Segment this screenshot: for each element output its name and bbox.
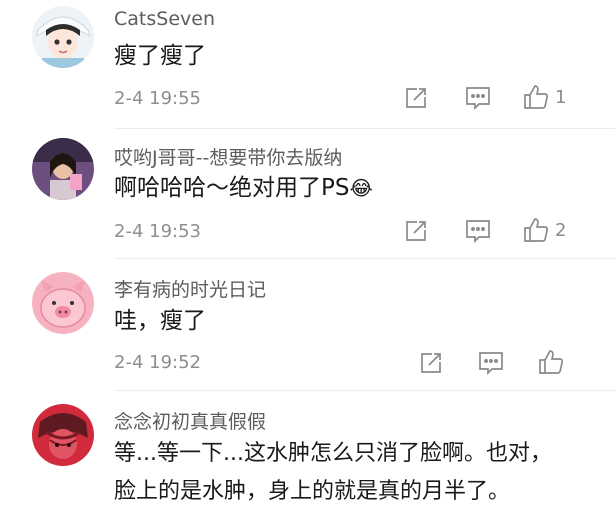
username[interactable]: 哎哟J哥哥--想要带你去版纳 [114,143,342,170]
like-button[interactable] [538,349,570,375]
laugh-emoji: 😂 [349,176,373,200]
forward-button[interactable] [404,218,428,244]
comment-text: 啊哈哈哈～绝对用了PS😂 [114,172,373,205]
avatar[interactable] [32,272,94,334]
comment-text-line-2: 脸上的是水肿，身上的就是真的月半了。 [114,479,511,504]
share-edit-icon [406,88,426,108]
thumbs-up-icon [524,85,549,109]
username[interactable]: CatsSeven [114,8,215,30]
comment-text-body: 啊哈哈哈～绝对用了PS [114,175,350,201]
username[interactable]: 李有病的时光日记 [114,275,266,302]
reply-button[interactable] [478,350,504,376]
avatar[interactable] [32,404,94,466]
avatar[interactable] [32,6,94,68]
avatar[interactable] [32,138,94,200]
reply-button[interactable] [465,85,491,111]
thumbs-up-icon [524,218,549,242]
timestamp: 2-4 19:53 [114,221,201,242]
comment-text: 哇，瘦了 [114,308,206,334]
username[interactable]: 念念初初真真假假 [114,407,266,434]
like-button[interactable]: 2 [523,217,566,243]
comment-text: 瘦了瘦了 [114,43,206,69]
divider [114,390,615,391]
share-edit-icon [421,353,441,373]
comment-text-line-1: 等...等一下...这水肿怎么只消了脸啊。也对， [114,441,552,466]
forward-button[interactable] [404,85,428,111]
divider [114,128,615,129]
timestamp: 2-4 19:52 [114,352,201,373]
like-count: 1 [555,86,567,108]
share-edit-icon [406,221,426,241]
comment-icon [479,352,503,375]
forward-button[interactable] [419,350,443,376]
comment-icon [466,220,490,243]
timestamp: 2-4 19:55 [114,88,201,109]
like-count: 2 [555,219,567,241]
reply-button[interactable] [465,218,491,244]
thumbs-up-icon [539,350,564,374]
comment-icon [466,87,490,110]
divider [114,258,615,259]
like-button[interactable]: 1 [523,84,566,110]
